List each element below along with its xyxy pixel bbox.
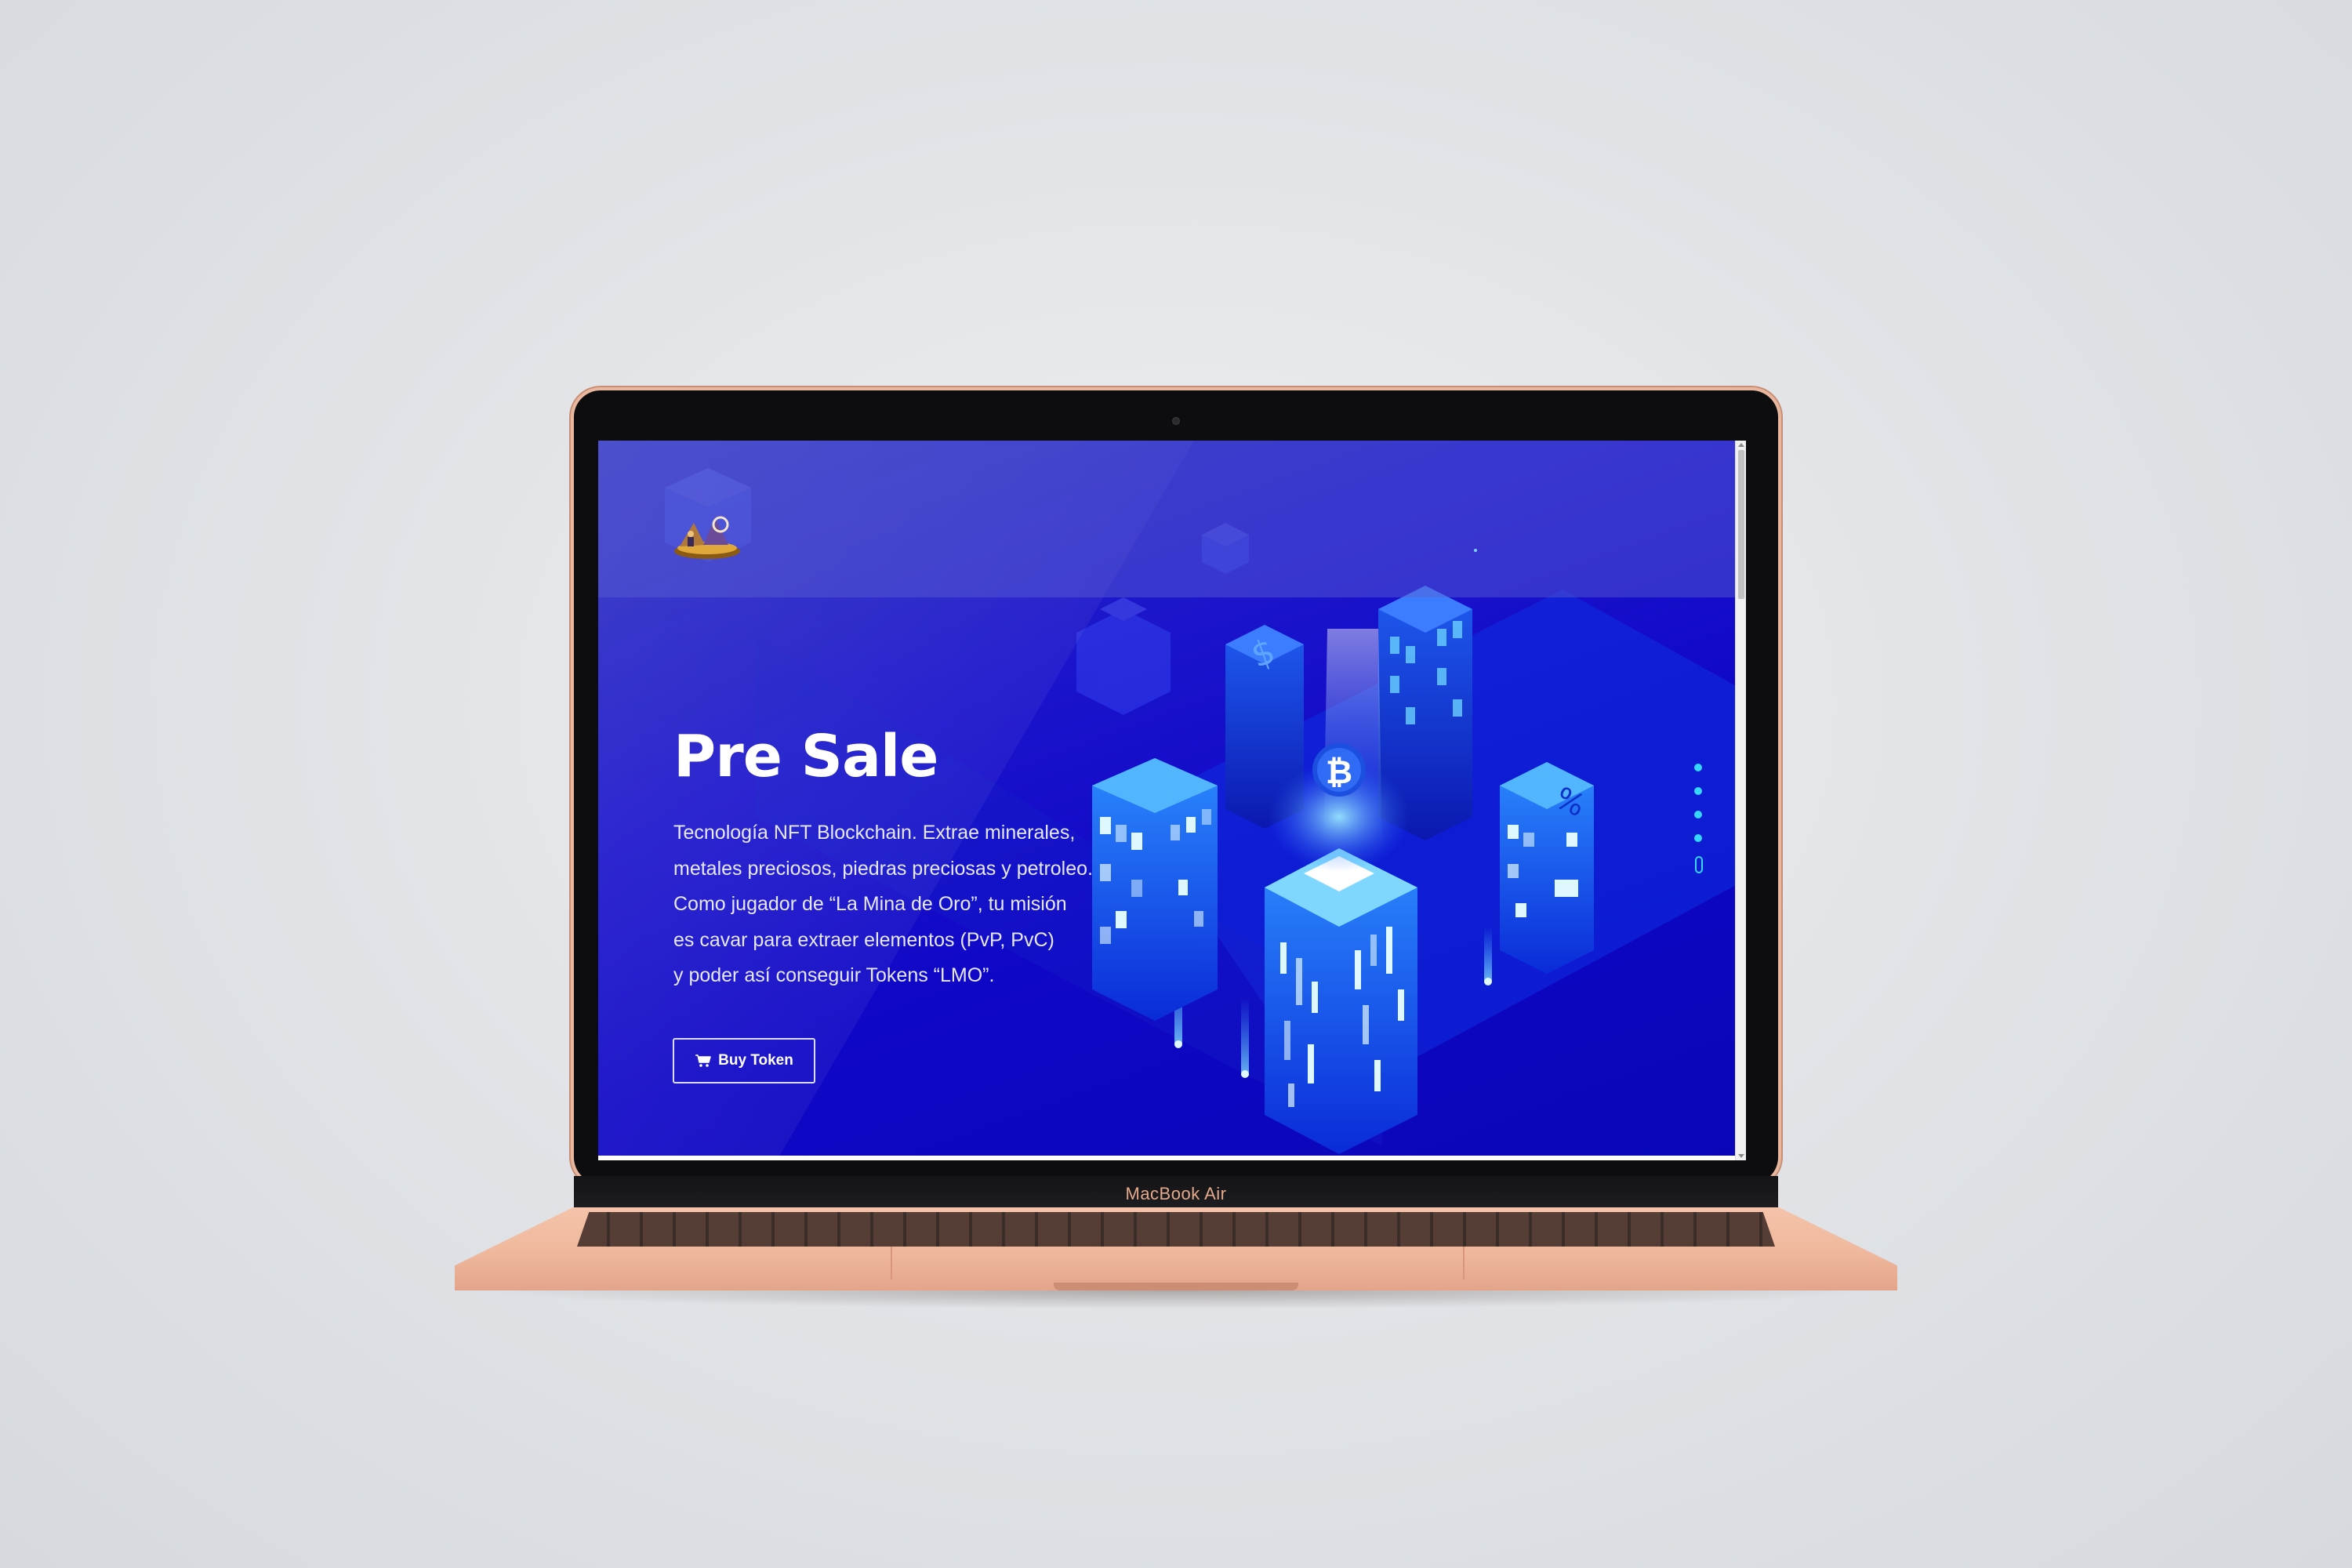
hero-description-line: metales preciosos, piedras preciosas y p… bbox=[673, 857, 1093, 880]
browser-viewport: $ ₿ % Pre Sale Tecnología NFT Blockchain… bbox=[598, 441, 1746, 1160]
laptop-mockup: $ ₿ % Pre Sale Tecnología NFT Blockchain… bbox=[0, 0, 2352, 1568]
trackpad bbox=[891, 1247, 1465, 1279]
pagination-dot[interactable] bbox=[1694, 787, 1702, 795]
viewport-bottom-edge bbox=[598, 1156, 1735, 1160]
svg-text:₿: ₿ bbox=[1326, 753, 1352, 791]
scroll-down-arrow-icon[interactable] bbox=[1738, 1154, 1744, 1158]
keyboard bbox=[577, 1212, 1775, 1247]
buy-token-label: Buy Token bbox=[718, 1052, 793, 1069]
site-header bbox=[598, 441, 1735, 597]
buy-token-button[interactable]: Buy Token bbox=[673, 1038, 815, 1083]
page-scrollbar[interactable] bbox=[1735, 441, 1746, 1160]
scrollbar-thumb[interactable] bbox=[1738, 450, 1744, 599]
pagination-dot[interactable] bbox=[1694, 834, 1702, 842]
shopping-cart-icon bbox=[695, 1054, 711, 1067]
hero-description-line: y poder así conseguir Tokens “LMO”. bbox=[673, 964, 995, 986]
scroll-up-arrow-icon[interactable] bbox=[1738, 443, 1744, 447]
scroll-mouse-icon[interactable] bbox=[1695, 856, 1703, 873]
hero-description-line: Como jugador de “La Mina de Oro”, tu mis… bbox=[673, 893, 1067, 915]
laptop-shadow bbox=[470, 1290, 1882, 1309]
hero-description-line: es cavar para extraer elementos (PvP, Pv… bbox=[673, 928, 1054, 951]
hero-description-line: Tecnología NFT Blockchain. Extrae minera… bbox=[673, 822, 1076, 844]
camera-icon bbox=[1172, 417, 1180, 425]
header-dot bbox=[1474, 549, 1477, 552]
hero-title: Pre Sale bbox=[673, 723, 938, 790]
hero-description: Tecnología NFT Blockchain. Extrae minera… bbox=[673, 815, 1144, 994]
la-mina-de-oro-logo[interactable] bbox=[672, 507, 742, 562]
pagination-dot[interactable] bbox=[1694, 811, 1702, 818]
lid-notch bbox=[1054, 1283, 1298, 1290]
device-label: MacBook Air bbox=[1125, 1184, 1227, 1203]
pagination-dot[interactable] bbox=[1694, 764, 1702, 771]
